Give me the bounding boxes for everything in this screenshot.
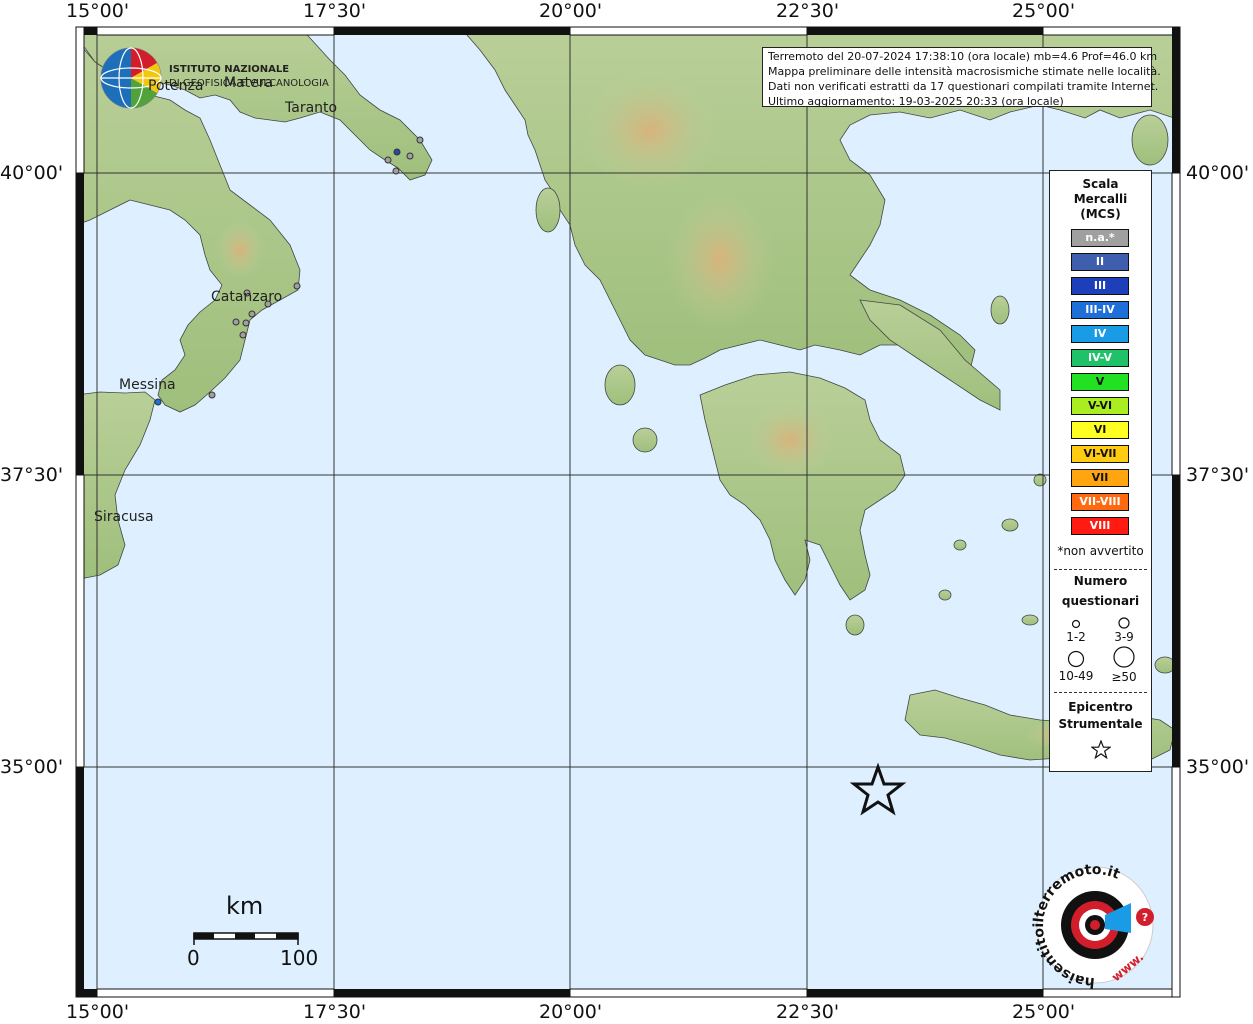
land-island (990, 295, 1010, 325)
intensity-swatch: VI-VII (1071, 445, 1129, 463)
land-island (953, 539, 967, 551)
longitude-label: 20°00' (539, 0, 603, 22)
city-label-siracusa: Siracusa (94, 509, 154, 525)
intensity-swatch: IV-V (1071, 349, 1129, 367)
event-info-line: Dati non verificati estratti da 17 quest… (768, 80, 1159, 93)
intensity-swatch: VIII (1071, 517, 1129, 535)
size-symbol-medium (1118, 617, 1130, 629)
observation-point (406, 152, 414, 160)
brand-text: haisentitoilterremoto.it (1031, 862, 1123, 990)
event-info-line: Terremoto del 20-07-2024 17:38:10 (ora l… (768, 50, 1158, 63)
observation-point (393, 148, 401, 156)
land-corfu (535, 187, 561, 233)
land-island (1021, 614, 1039, 626)
svg-text:haisentitoilterremoto.it: haisentitoilterremoto.it (1031, 862, 1123, 990)
longitude-label: 17°30' (303, 0, 367, 22)
latitude-label: 40°00' (1186, 162, 1250, 184)
latitude-label: 37°30' (0, 464, 64, 486)
size-label: ≥50 (1111, 670, 1137, 684)
count-title-line1: Numero (1073, 574, 1128, 588)
event-info-box: Terremoto del 20-07-2024 17:38:10 (ora l… (762, 47, 1161, 108)
longitude-label: 17°30' (303, 1001, 367, 1023)
city-label-taranto: Taranto (285, 100, 338, 116)
size-symbol-small (1071, 619, 1081, 629)
longitude-label: 25°00' (1012, 1001, 1076, 1023)
observation-point (416, 136, 424, 144)
legend-divider (1054, 569, 1147, 570)
land-zakynthos (632, 427, 658, 453)
city-label-messina: Messina (119, 377, 176, 393)
observation-point (239, 331, 247, 339)
observation-point (384, 156, 392, 164)
land-island (938, 589, 952, 601)
observation-point (242, 319, 250, 327)
latitude-label: 37°30' (1186, 464, 1250, 486)
observation-point (392, 167, 400, 175)
relief-pindus (665, 190, 775, 330)
event-info-line: Mappa preliminare delle intensità macros… (768, 65, 1161, 78)
relief-sila (215, 220, 265, 280)
intensity-swatch: V-VI (1071, 397, 1129, 415)
epicenter-title-line2: Strumentale (1058, 717, 1143, 731)
not-felt-note: *non avvertito (1057, 544, 1144, 558)
size-label: 1-2 (1066, 630, 1086, 644)
land-island (1033, 473, 1047, 487)
size-label: 3-9 (1114, 630, 1134, 644)
intensity-swatch: IV (1071, 325, 1129, 343)
brand-prefix: www. (1109, 950, 1146, 985)
size-label: 10-49 (1058, 669, 1094, 683)
intensity-swatch: VI (1071, 421, 1129, 439)
intensity-swatch: VII-VIII (1071, 493, 1129, 511)
city-label-catanzaro: Catanzaro (211, 289, 283, 305)
epicenter-title-line1: Epicentro (1068, 700, 1133, 714)
longitude-label: 15°00' (66, 0, 130, 22)
epicenter-star-icon (1091, 740, 1111, 760)
count-title-line2: questionari (1061, 594, 1140, 608)
latitude-label: 35°00' (1186, 756, 1250, 778)
event-info-line: Ultimo aggiornamento: 19-03-2025 20:33 (… (768, 95, 1064, 108)
intensity-swatch: VII (1071, 469, 1129, 487)
observation-point (232, 318, 240, 326)
observation-point (208, 391, 216, 399)
intensity-swatch: II (1071, 253, 1129, 271)
legend-title: Scala Mercalli (MCS) (1073, 177, 1128, 221)
intensity-legend: Scala Mercalli (MCS) n.a.* II III III-IV IV I… (1049, 170, 1152, 772)
longitude-label: 22°30' (776, 0, 840, 22)
city-label-potenza: Potenza (148, 78, 204, 94)
intensity-swatch: n.a.* (1071, 229, 1129, 247)
intensity-swatch: III (1071, 277, 1129, 295)
observation-point (248, 310, 256, 318)
legend-divider (1054, 692, 1147, 693)
size-symbol-large (1067, 650, 1085, 668)
land-island (1131, 114, 1169, 166)
land-kythira (845, 614, 865, 636)
institute-name-line1: ISTITUTO NAZIONALE (169, 64, 290, 75)
city-label-matera: Matera (224, 75, 274, 91)
longitude-label: 25°00' (1012, 0, 1076, 22)
brand-text-ring: haisentitoilterremoto.it www. (1031, 862, 1146, 990)
size-symbol-xlarge (1113, 646, 1135, 668)
observation-point (154, 398, 162, 406)
latitude-label: 35°00' (0, 756, 64, 778)
land-island (1001, 518, 1019, 532)
relief-pindus-north (580, 70, 720, 190)
latitude-label: 40°00' (0, 162, 64, 184)
intensity-swatch: V (1071, 373, 1129, 391)
scale-unit: km (226, 892, 264, 920)
scale-min: 0 (187, 946, 200, 970)
intensity-swatch: III-IV (1071, 301, 1129, 319)
relief-peloponnese (745, 400, 835, 480)
land-kefalonia (604, 364, 636, 406)
longitude-label: 20°00' (539, 1001, 603, 1023)
observation-point (293, 282, 301, 290)
scale-max: 100 (280, 946, 319, 970)
longitude-label: 22°30' (776, 1001, 840, 1023)
longitude-label: 15°00' (66, 1001, 130, 1023)
